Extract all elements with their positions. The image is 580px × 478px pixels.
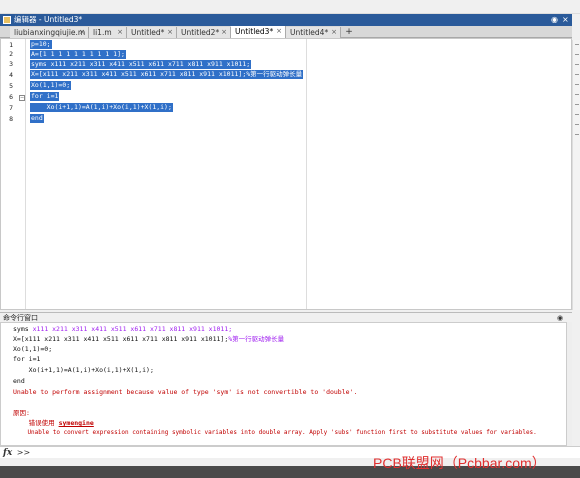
tab-close-icon[interactable]: ×	[167, 27, 173, 38]
line-number: 4	[9, 71, 13, 79]
command-window-title-bar: 命令行窗口 ◉	[0, 312, 572, 322]
error-cause-label: 原因:	[13, 409, 30, 417]
command-output-line: syms x111 x211 x311 x411 x511 x611 x711 …	[13, 325, 233, 333]
line-number: 6	[9, 93, 13, 101]
tab-label: li1.m	[93, 28, 112, 37]
editor-title-bar: 编辑器 - Untitled3* ◉ ×	[0, 14, 572, 26]
tab-li1[interactable]: li1.m ×	[89, 27, 127, 38]
code-line[interactable]: for i=1	[30, 92, 60, 101]
symengine-link[interactable]: symengine	[59, 419, 94, 427]
tab-label: Untitled4*	[290, 28, 329, 37]
code-line[interactable]: A=[1 1 1 1 1 1 1 1 1 1];	[30, 50, 126, 59]
editor-icon	[3, 16, 11, 24]
right-margin-guide	[306, 39, 307, 309]
editor-tabs: liubianxingqiujie.m × li1.m × Untitled* …	[0, 26, 572, 38]
code-editor[interactable]: 1 2 3 4 5 6 7 8 − p=10; A=[1 1 1 1 1 1 1…	[0, 38, 572, 310]
command-window[interactable]: syms x111 x211 x311 x411 x511 x611 x711 …	[0, 322, 572, 446]
add-tab-button[interactable]: +	[342, 27, 356, 37]
tab-close-icon[interactable]: ×	[276, 26, 282, 37]
function-browser-icon[interactable]: fx	[3, 448, 12, 458]
command-output-line: X=[x111 x211 x311 x411 x511 x611 x711 x8…	[13, 335, 285, 343]
matlab-window: 编辑器 - Untitled3* ◉ × liubianxingqiujie.m…	[0, 0, 580, 478]
line-number: 7	[9, 104, 13, 112]
command-window-title: 命令行窗口	[3, 314, 38, 322]
prompt-symbol: >>	[16, 448, 31, 457]
code-line[interactable]: p=10;	[30, 40, 52, 49]
line-number: 3	[9, 60, 13, 68]
command-output-line: end	[13, 377, 25, 385]
line-number: 1	[9, 41, 13, 49]
tab-untitled3[interactable]: Untitled3* ×	[231, 26, 286, 38]
tab-untitled[interactable]: Untitled* ×	[127, 27, 177, 38]
top-toolstrip-edge	[0, 0, 580, 14]
close-icon[interactable]: ×	[562, 14, 569, 26]
code-line[interactable]: end	[30, 114, 44, 123]
editor-overview-strip[interactable]	[572, 40, 580, 310]
line-number: 5	[9, 82, 13, 90]
tab-label: liubianxingqiujie.m	[14, 28, 86, 37]
command-output-line: Xo(1,1)=0;	[13, 345, 53, 353]
code-line[interactable]: syms x111 x211 x311 x411 x511 x611 x711 …	[30, 60, 252, 69]
error-message: Unable to perform assignment because val…	[13, 388, 358, 396]
error-cause-detail: Unable to convert expression containing …	[13, 429, 537, 436]
watermark: PCB联盟网（Pcbbar.com）	[373, 455, 546, 471]
tab-untitled4[interactable]: Untitled4* ×	[286, 27, 341, 38]
tab-close-icon[interactable]: ×	[331, 27, 337, 38]
line-number-gutter: 1 2 3 4 5 6 7 8 −	[1, 39, 26, 309]
editor-title: 编辑器 - Untitled3*	[14, 15, 83, 24]
fold-toggle-icon[interactable]: −	[19, 95, 25, 101]
command-output-line: for i=1	[13, 355, 41, 363]
code-line[interactable]: X=[x111 x211 x311 x411 x511 x611 x711 x8…	[30, 70, 304, 79]
error-cause-line: 错误使用 symengine	[13, 419, 94, 427]
tab-liubianxingqiujie[interactable]: liubianxingqiujie.m ×	[10, 27, 89, 38]
options-icon[interactable]: ◉	[551, 14, 558, 26]
tab-close-icon[interactable]: ×	[117, 27, 123, 38]
command-window-scrollbar[interactable]	[566, 322, 572, 446]
tab-close-icon[interactable]: ×	[221, 27, 227, 38]
tab-untitled2[interactable]: Untitled2* ×	[177, 27, 231, 38]
command-output-line: Xo(i+1,1)=A(1,i)+Xo(i,1)+X(1,i);	[13, 366, 154, 374]
line-number: 8	[9, 115, 13, 123]
tab-label: Untitled2*	[181, 28, 220, 37]
code-line[interactable]: Xo(i+1,1)=A(1,i)+Xo(i,1)+X(1,i);	[30, 103, 173, 112]
tab-label: Untitled*	[131, 28, 165, 37]
tab-close-icon[interactable]: ×	[79, 27, 85, 38]
tab-label: Untitled3*	[235, 27, 274, 36]
line-number: 2	[9, 50, 13, 58]
code-line[interactable]: Xo(1,1)=0;	[30, 81, 72, 90]
